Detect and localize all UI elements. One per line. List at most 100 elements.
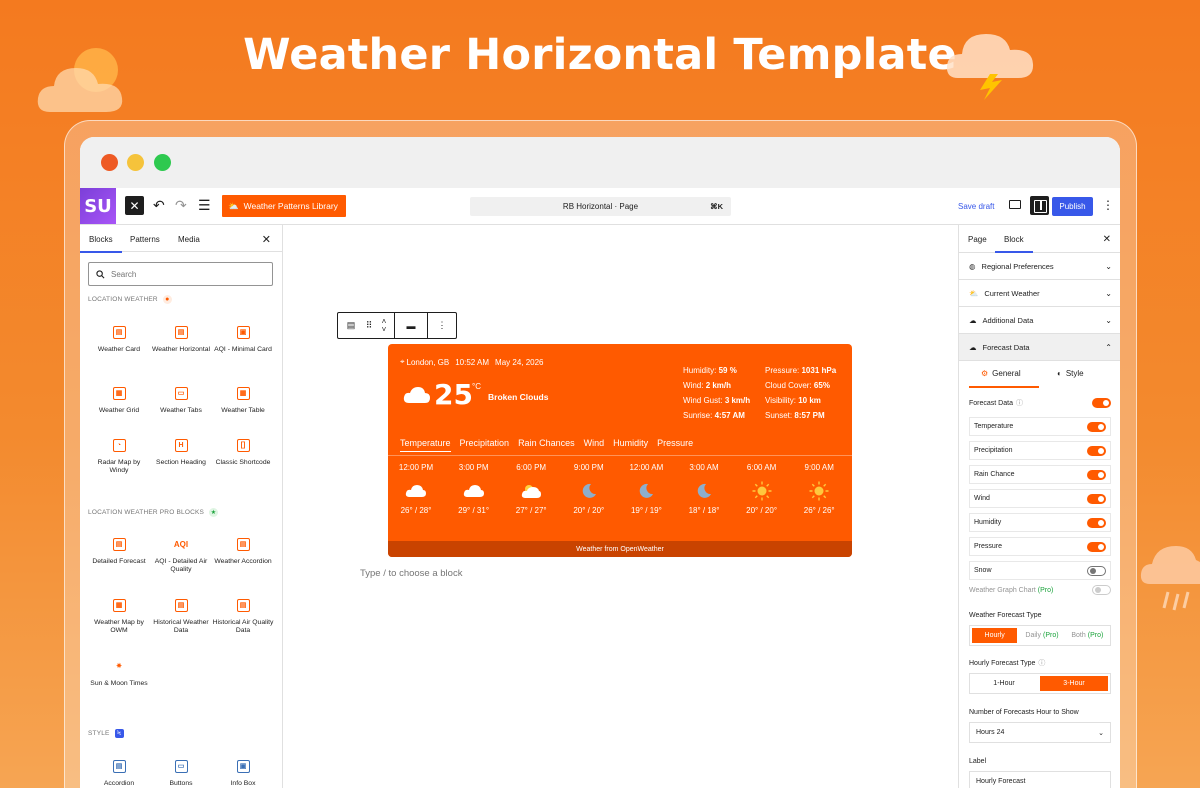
forecast-type-hourly[interactable]: Hourly xyxy=(972,628,1018,643)
stat-wind: Wind: 2 km/h xyxy=(683,381,731,390)
block-weather-table[interactable]: ▦ Weather Table xyxy=(212,387,274,415)
forecast-data-toggle[interactable] xyxy=(1092,398,1111,408)
forecast-temp-range: 18° / 18° xyxy=(688,506,720,515)
save-draft-button[interactable]: Save draft xyxy=(958,202,994,211)
forecast-temp-range: 20° / 20° xyxy=(746,506,778,515)
more-options-icon[interactable]: ⋮ xyxy=(1102,198,1114,212)
weather-attribution[interactable]: Weather from OpenWeather xyxy=(388,541,852,557)
desktop-preview-icon[interactable] xyxy=(1009,200,1021,209)
toggle-switch[interactable] xyxy=(1087,541,1106,552)
heading-icon: H xyxy=(174,439,188,452)
block-info-box[interactable]: ▣ Info Box xyxy=(212,760,274,788)
graph-chart-toggle[interactable] xyxy=(1092,585,1111,595)
block-section-heading[interactable]: H Section Heading xyxy=(150,439,212,467)
toggle-switch[interactable] xyxy=(1087,421,1106,432)
stat-value: 2 km/h xyxy=(705,381,732,390)
toggle-switch[interactable] xyxy=(1087,565,1106,576)
tab-media[interactable]: Media xyxy=(178,235,200,244)
block-label: Weather Card xyxy=(97,346,141,353)
moon-icon xyxy=(560,480,618,502)
toggle-switch[interactable] xyxy=(1087,469,1106,480)
weather-patterns-library-button[interactable]: ⛅ Weather Patterns Library xyxy=(222,195,346,217)
close-inserter-button[interactable]: ✕ xyxy=(125,196,144,215)
forecast-icon: ▤ xyxy=(112,538,126,551)
block-aqi-minimal-card[interactable]: ▣ AQI - Minimal Card xyxy=(212,326,274,354)
accordion-style-icon: ▤ xyxy=(112,760,126,773)
panel-current-weather[interactable]: ⛅ Current Weather ⌄ xyxy=(959,280,1120,307)
tab-wind[interactable]: Wind xyxy=(584,438,605,452)
block-weather-accordion[interactable]: ▤ Weather Accordion xyxy=(212,538,274,566)
block-sun-moon-times[interactable]: ✷ Sun & Moon Times xyxy=(88,660,150,688)
block-weather-tabs[interactable]: ▭ Weather Tabs xyxy=(150,387,212,415)
align-icon[interactable]: ▬ xyxy=(394,313,428,338)
tab-rain-chances[interactable]: Rain Chances xyxy=(518,438,575,452)
block-buttons[interactable]: ▭ Buttons xyxy=(150,760,212,788)
tab-temperature[interactable]: Temperature xyxy=(400,438,451,452)
panel-additional-data[interactable]: ☁ Additional Data ⌄ xyxy=(959,307,1120,334)
drag-handle-icon[interactable]: ⠿ xyxy=(364,313,374,338)
temperature-unit: °C xyxy=(472,382,481,391)
sun-icon xyxy=(733,480,791,502)
toggle-label: Snow xyxy=(974,567,992,574)
hourly-forecast-item: 9:00 PM 20° / 20° xyxy=(560,463,618,515)
document-overview-icon[interactable]: ☰ xyxy=(198,197,211,214)
block-search-input[interactable]: Search xyxy=(88,262,273,286)
minimize-window-dot[interactable] xyxy=(127,154,144,171)
hourly-type-label: Hourly Forecast Type xyxy=(969,659,1036,667)
sun-cloud-icon xyxy=(502,480,560,502)
maximize-window-dot[interactable] xyxy=(154,154,171,171)
block-weather-horizontal[interactable]: ▤ Weather Horizontal xyxy=(150,326,212,354)
block-detailed-forecast[interactable]: ▤ Detailed Forecast xyxy=(88,538,150,566)
block-accordion[interactable]: ▤ Accordion xyxy=(88,760,150,788)
block-aqi-detailed[interactable]: AQI AQI - Detailed Air Quality xyxy=(150,538,212,574)
subtab-general[interactable]: ⚙ General xyxy=(981,369,1021,378)
block-options-icon[interactable]: ⋮ xyxy=(428,313,456,338)
redo-icon[interactable]: ↷ xyxy=(175,197,187,214)
tab-blocks[interactable]: Blocks xyxy=(80,235,121,253)
cloud-icon xyxy=(445,480,503,502)
tab-precipitation[interactable]: Precipitation xyxy=(460,438,510,452)
tab-pressure[interactable]: Pressure xyxy=(657,438,693,452)
hourly-type-3-hour[interactable]: 3-Hour xyxy=(1040,676,1108,691)
toggle-switch[interactable] xyxy=(1087,493,1106,504)
block-historical-air-quality[interactable]: ▤ Historical Air Quality Data xyxy=(212,599,274,635)
block-weather-map-owm[interactable]: ▦ Weather Map by OWM xyxy=(88,599,150,635)
tab-patterns[interactable]: Patterns xyxy=(130,235,160,244)
block-label: Radar Map by Windy xyxy=(97,459,141,474)
toggle-switch[interactable] xyxy=(1087,445,1106,456)
tab-humidity[interactable]: Humidity xyxy=(613,438,648,452)
block-label: Historical Weather Data xyxy=(153,619,209,634)
close-icon[interactable]: ✕ xyxy=(1103,234,1111,245)
tab-block[interactable]: Block xyxy=(995,235,1032,253)
close-window-dot[interactable] xyxy=(101,154,118,171)
move-up-down-icon[interactable]: ˄ ˅ xyxy=(374,313,394,338)
weather-horizontal-block[interactable]: ⌖ London, GB 10:52 AM May 24, 2026 25 °C… xyxy=(388,344,852,557)
site-logo[interactable]: SU xyxy=(80,188,116,224)
panel-forecast-data[interactable]: ☁ Forecast Data ⌃ xyxy=(959,334,1120,361)
tab-page[interactable]: Page xyxy=(968,235,987,244)
stat-label: Humidity: xyxy=(683,366,717,375)
undo-icon[interactable]: ↶ xyxy=(153,197,165,214)
block-label: Weather Tabs xyxy=(160,407,202,414)
label-input[interactable]: Hourly Forecast xyxy=(969,771,1111,788)
hours-select[interactable]: Hours 24 ⌄ xyxy=(969,722,1111,743)
block-weather-grid[interactable]: ▦ Weather Grid xyxy=(88,387,150,415)
aqi-icon: ▣ xyxy=(236,326,250,339)
forecast-type-both[interactable]: Both (Pro) xyxy=(1065,626,1110,645)
stat-value: 10 km xyxy=(798,396,821,405)
subtab-style[interactable]: ◐ Style xyxy=(1057,369,1084,378)
settings-sidebar-icon[interactable] xyxy=(1030,196,1049,215)
block-historical-weather[interactable]: ▤ Historical Weather Data xyxy=(150,599,212,635)
block-classic-shortcode[interactable]: [] Classic Shortcode xyxy=(212,439,274,467)
toggle-switch[interactable] xyxy=(1087,517,1106,528)
publish-button[interactable]: Publish xyxy=(1052,197,1093,216)
command-palette[interactable]: RB Horizontal · Page ⌘K xyxy=(470,197,731,216)
close-icon[interactable]: ✕ xyxy=(262,233,271,246)
block-type-icon[interactable]: ▤ xyxy=(338,313,364,338)
block-appender-placeholder[interactable]: Type / to choose a block xyxy=(360,568,462,579)
block-weather-card[interactable]: ▤ Weather Card xyxy=(88,326,150,354)
hourly-type-1-hour[interactable]: 1-Hour xyxy=(970,674,1038,693)
panel-regional-preferences[interactable]: ◍ Regional Preferences ⌄ xyxy=(959,253,1120,280)
block-radar-map[interactable]: ◔ Radar Map by Windy xyxy=(88,439,150,475)
forecast-type-daily[interactable]: Daily (Pro) xyxy=(1019,626,1064,645)
